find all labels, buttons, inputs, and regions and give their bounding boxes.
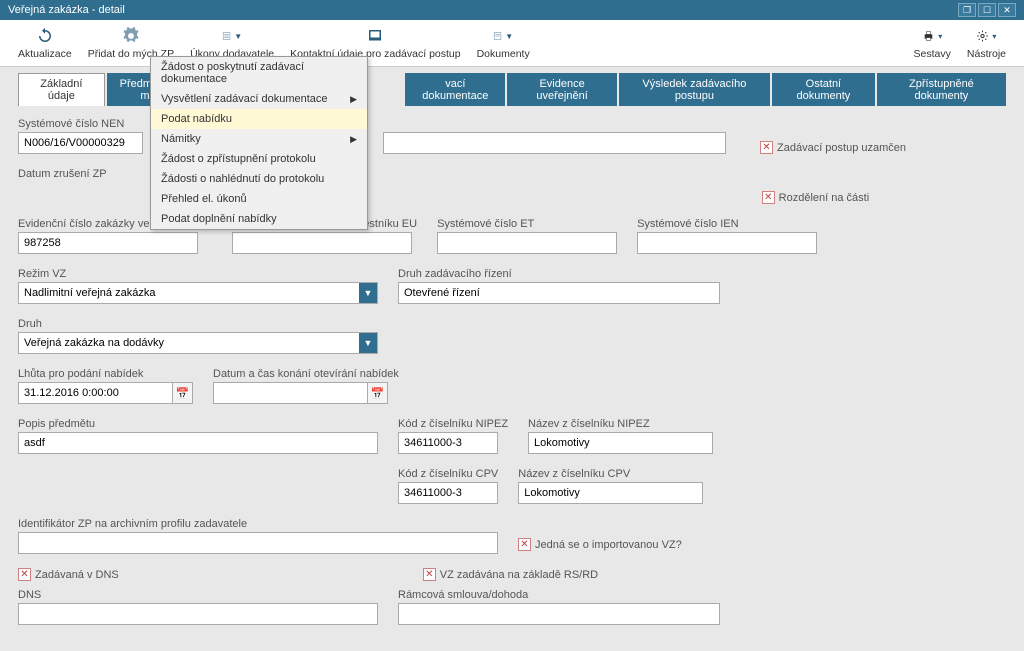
label-lhuta: Lhůta pro podání nabídek bbox=[18, 368, 193, 380]
chevron-down-icon: ▼ bbox=[505, 32, 513, 41]
input-identifikator[interactable] bbox=[18, 532, 498, 554]
input-lhuta[interactable] bbox=[18, 382, 173, 404]
tab-other-docs[interactable]: Ostatní dokumenty bbox=[772, 73, 875, 106]
label-sys-ien: Systémové číslo IEN bbox=[637, 218, 817, 230]
checkbox-dns[interactable]: ✕ bbox=[18, 568, 31, 581]
label-kod-cpv: Kód z číselníku CPV bbox=[398, 468, 498, 480]
refresh-icon bbox=[35, 26, 55, 46]
label-datum-cas: Datum a čas konání otevírání nabídek bbox=[213, 368, 399, 380]
input-ramcova[interactable] bbox=[398, 603, 720, 625]
add-to-my-zp-button[interactable]: Přidat do mých ZP bbox=[80, 26, 182, 60]
calendar-icon: 📅 bbox=[371, 387, 385, 400]
calendar-button[interactable]: 📅 bbox=[173, 382, 193, 404]
checkbox-imported[interactable]: ✕ bbox=[518, 538, 531, 551]
gear-icon bbox=[121, 26, 141, 46]
select-rezim[interactable]: Nadlimitní veřejná zakázka ▼ bbox=[18, 282, 378, 304]
menu-el-overview[interactable]: Přehled el. úkonů bbox=[151, 189, 367, 209]
label-datum-zruseni: Datum zrušení ZP bbox=[18, 168, 107, 180]
menu-submit-offer[interactable]: Podat nabídku bbox=[151, 109, 367, 129]
chevron-right-icon: ▶ bbox=[350, 94, 357, 105]
window-controls: ❐ ☐ ✕ bbox=[958, 3, 1016, 17]
chevron-down-icon: ▼ bbox=[359, 333, 377, 353]
label-locked: Zadávací postup uzamčen bbox=[777, 142, 906, 154]
menu-submit-supplement[interactable]: Podat doplnění nabídky bbox=[151, 209, 367, 229]
chevron-down-icon: ▾ bbox=[992, 32, 996, 41]
menu-objections[interactable]: Námitky▶ bbox=[151, 129, 367, 149]
supplier-actions-menu: Žádost o poskytnutí zadávací dokumentace… bbox=[150, 56, 368, 230]
label-popis: Popis předmětu bbox=[18, 418, 378, 430]
contact-info-button[interactable]: Kontaktní údaje pro zadávací postup bbox=[282, 26, 468, 60]
input-druh-rizeni[interactable] bbox=[398, 282, 720, 304]
document-icon: ▼ bbox=[493, 26, 513, 46]
label-ramcova: Rámcová smlouva/dohoda bbox=[398, 589, 720, 601]
tools-button[interactable]: ▾ Nástroje bbox=[959, 26, 1014, 60]
input-nazev-nipez[interactable] bbox=[528, 432, 713, 454]
reports-button[interactable]: ▾ Sestavy bbox=[906, 26, 959, 60]
menu-explain-documentation[interactable]: Vysvětlení zadávací dokumentace▶ bbox=[151, 89, 367, 109]
input-sys-nen[interactable] bbox=[18, 132, 143, 154]
checkbox-locked[interactable]: ✕ bbox=[760, 141, 773, 154]
documents-button[interactable]: ▼ Dokumenty bbox=[469, 26, 538, 60]
input-nazev-cpv[interactable] bbox=[518, 482, 703, 504]
list-icon: ▼ bbox=[222, 26, 242, 46]
menu-protocol-access[interactable]: Žádost o zpřístupnění protokolu bbox=[151, 149, 367, 169]
chevron-right-icon: ▶ bbox=[350, 134, 357, 145]
tab-basic-info[interactable]: Základní údaje bbox=[18, 73, 105, 106]
input-sys-et[interactable] bbox=[437, 232, 617, 254]
printer-icon: ▾ bbox=[922, 26, 942, 46]
restore-button[interactable]: ❐ bbox=[958, 3, 976, 17]
label-kod-nipez: Kód z číselníku NIPEZ bbox=[398, 418, 508, 430]
gear-icon: ▾ bbox=[976, 26, 996, 46]
calendar-icon: 📅 bbox=[176, 387, 190, 400]
input-dns[interactable] bbox=[18, 603, 378, 625]
label-rezim: Režim VZ bbox=[18, 268, 378, 280]
input-name[interactable] bbox=[383, 132, 726, 154]
label-sys-et: Systémové číslo ET bbox=[437, 218, 617, 230]
close-button[interactable]: ✕ bbox=[998, 3, 1016, 17]
window-title: Veřejná zakázka - detail bbox=[8, 4, 125, 16]
tab-result[interactable]: Výsledek zadávacího postupu bbox=[619, 73, 770, 106]
select-druh[interactable]: Veřejná zakázka na dodávky ▼ bbox=[18, 332, 378, 354]
label-sys-nen: Systémové číslo NEN bbox=[18, 118, 143, 130]
label-split: Rozdělení na části bbox=[779, 192, 870, 204]
input-sys-ien[interactable] bbox=[637, 232, 817, 254]
chevron-down-icon: ▼ bbox=[234, 32, 242, 41]
titlebar: Veřejná zakázka - detail ❐ ☐ ✕ bbox=[0, 0, 1024, 20]
input-ev-eu[interactable] bbox=[232, 232, 412, 254]
refresh-button[interactable]: Aktualizace bbox=[10, 26, 80, 60]
supplier-actions-button[interactable]: ▼ Úkony dodavatele bbox=[182, 26, 282, 60]
input-kod-nipez[interactable] bbox=[398, 432, 498, 454]
maximize-button[interactable]: ☐ bbox=[978, 3, 996, 17]
calendar-button-2[interactable]: 📅 bbox=[368, 382, 388, 404]
label-identifikator: Identifikátor ZP na archivním profilu za… bbox=[18, 518, 498, 530]
content-area: Žádost o poskytnutí zadávací dokumentace… bbox=[0, 106, 1024, 651]
label-imported: Jedná se o importovanou VZ? bbox=[535, 539, 682, 551]
label-druh-rizeni: Druh zadávacího řízení bbox=[398, 268, 720, 280]
checkbox-rs-rd[interactable]: ✕ bbox=[423, 568, 436, 581]
chevron-down-icon: ▾ bbox=[938, 32, 942, 41]
label-nazev-nipez: Název z číselníku NIPEZ bbox=[528, 418, 713, 430]
label-nazev-cpv: Název z číselníku CPV bbox=[518, 468, 703, 480]
input-popis[interactable] bbox=[18, 432, 378, 454]
tab-accessible-docs[interactable]: Zpřístupněné dokumenty bbox=[877, 73, 1006, 106]
menu-protocol-view[interactable]: Žádosti o nahlédnutí do protokolu bbox=[151, 169, 367, 189]
input-ev-vestnik[interactable] bbox=[18, 232, 198, 254]
input-kod-cpv[interactable] bbox=[398, 482, 498, 504]
label-druh: Druh bbox=[18, 318, 378, 330]
input-datum-cas[interactable] bbox=[213, 382, 368, 404]
tab-documentation[interactable]: vací dokumentace bbox=[405, 73, 505, 106]
label-zadavana-dns: Zadávaná v DNS bbox=[35, 569, 119, 581]
menu-request-documentation[interactable]: Žádost o poskytnutí zadávací dokumentace bbox=[151, 57, 367, 89]
label-dns: DNS bbox=[18, 589, 378, 601]
tab-evidence[interactable]: Evidence uveřejnění bbox=[507, 73, 616, 106]
label-vz-zadavana: VZ zadávána na základě RS/RD bbox=[440, 569, 598, 581]
checkbox-split[interactable]: ✕ bbox=[762, 191, 775, 204]
screen-icon bbox=[365, 26, 385, 46]
chevron-down-icon: ▼ bbox=[359, 283, 377, 303]
